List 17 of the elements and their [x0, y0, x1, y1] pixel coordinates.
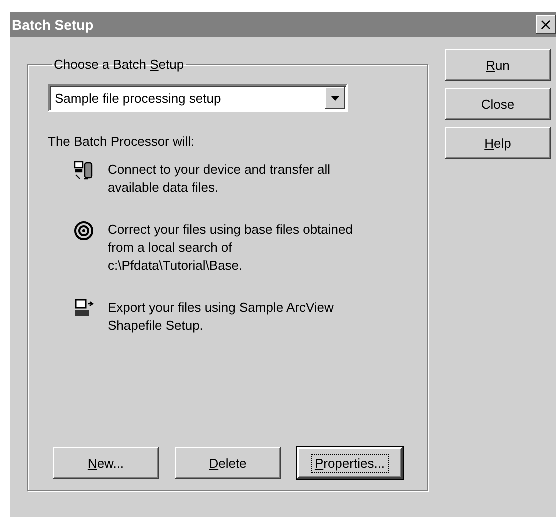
step-text: Connect to your device and transfer all available data files.	[108, 161, 332, 197]
computer-device-icon	[74, 161, 94, 181]
target-icon	[74, 221, 94, 241]
step-text: Export your files using Sample ArcView Shapefile Setup.	[108, 299, 335, 335]
group-title: Choose a Batch Setup	[53, 57, 186, 72]
intro-text: The Batch Processor will:	[48, 134, 196, 149]
step-text: Correct your files using base files obtained from a local search of c:\Pfdata\Tutorial\Base.	[108, 221, 354, 275]
dialog-button[interactable]: Delete	[175, 447, 281, 479]
computer-export-icon	[74, 299, 94, 319]
setup-dropdown[interactable]: Sample file processing setup	[48, 84, 348, 112]
dialog-button[interactable]: Close	[445, 88, 551, 120]
dialog-button[interactable]: Help	[445, 127, 551, 159]
dialog-button[interactable]: Properties...	[297, 447, 403, 479]
dialog-button[interactable]: New...	[53, 447, 159, 479]
dialog-button[interactable]: Run	[445, 49, 551, 81]
window-title: Batch Setup	[12, 16, 94, 32]
close-button[interactable]: ×	[536, 15, 556, 34]
